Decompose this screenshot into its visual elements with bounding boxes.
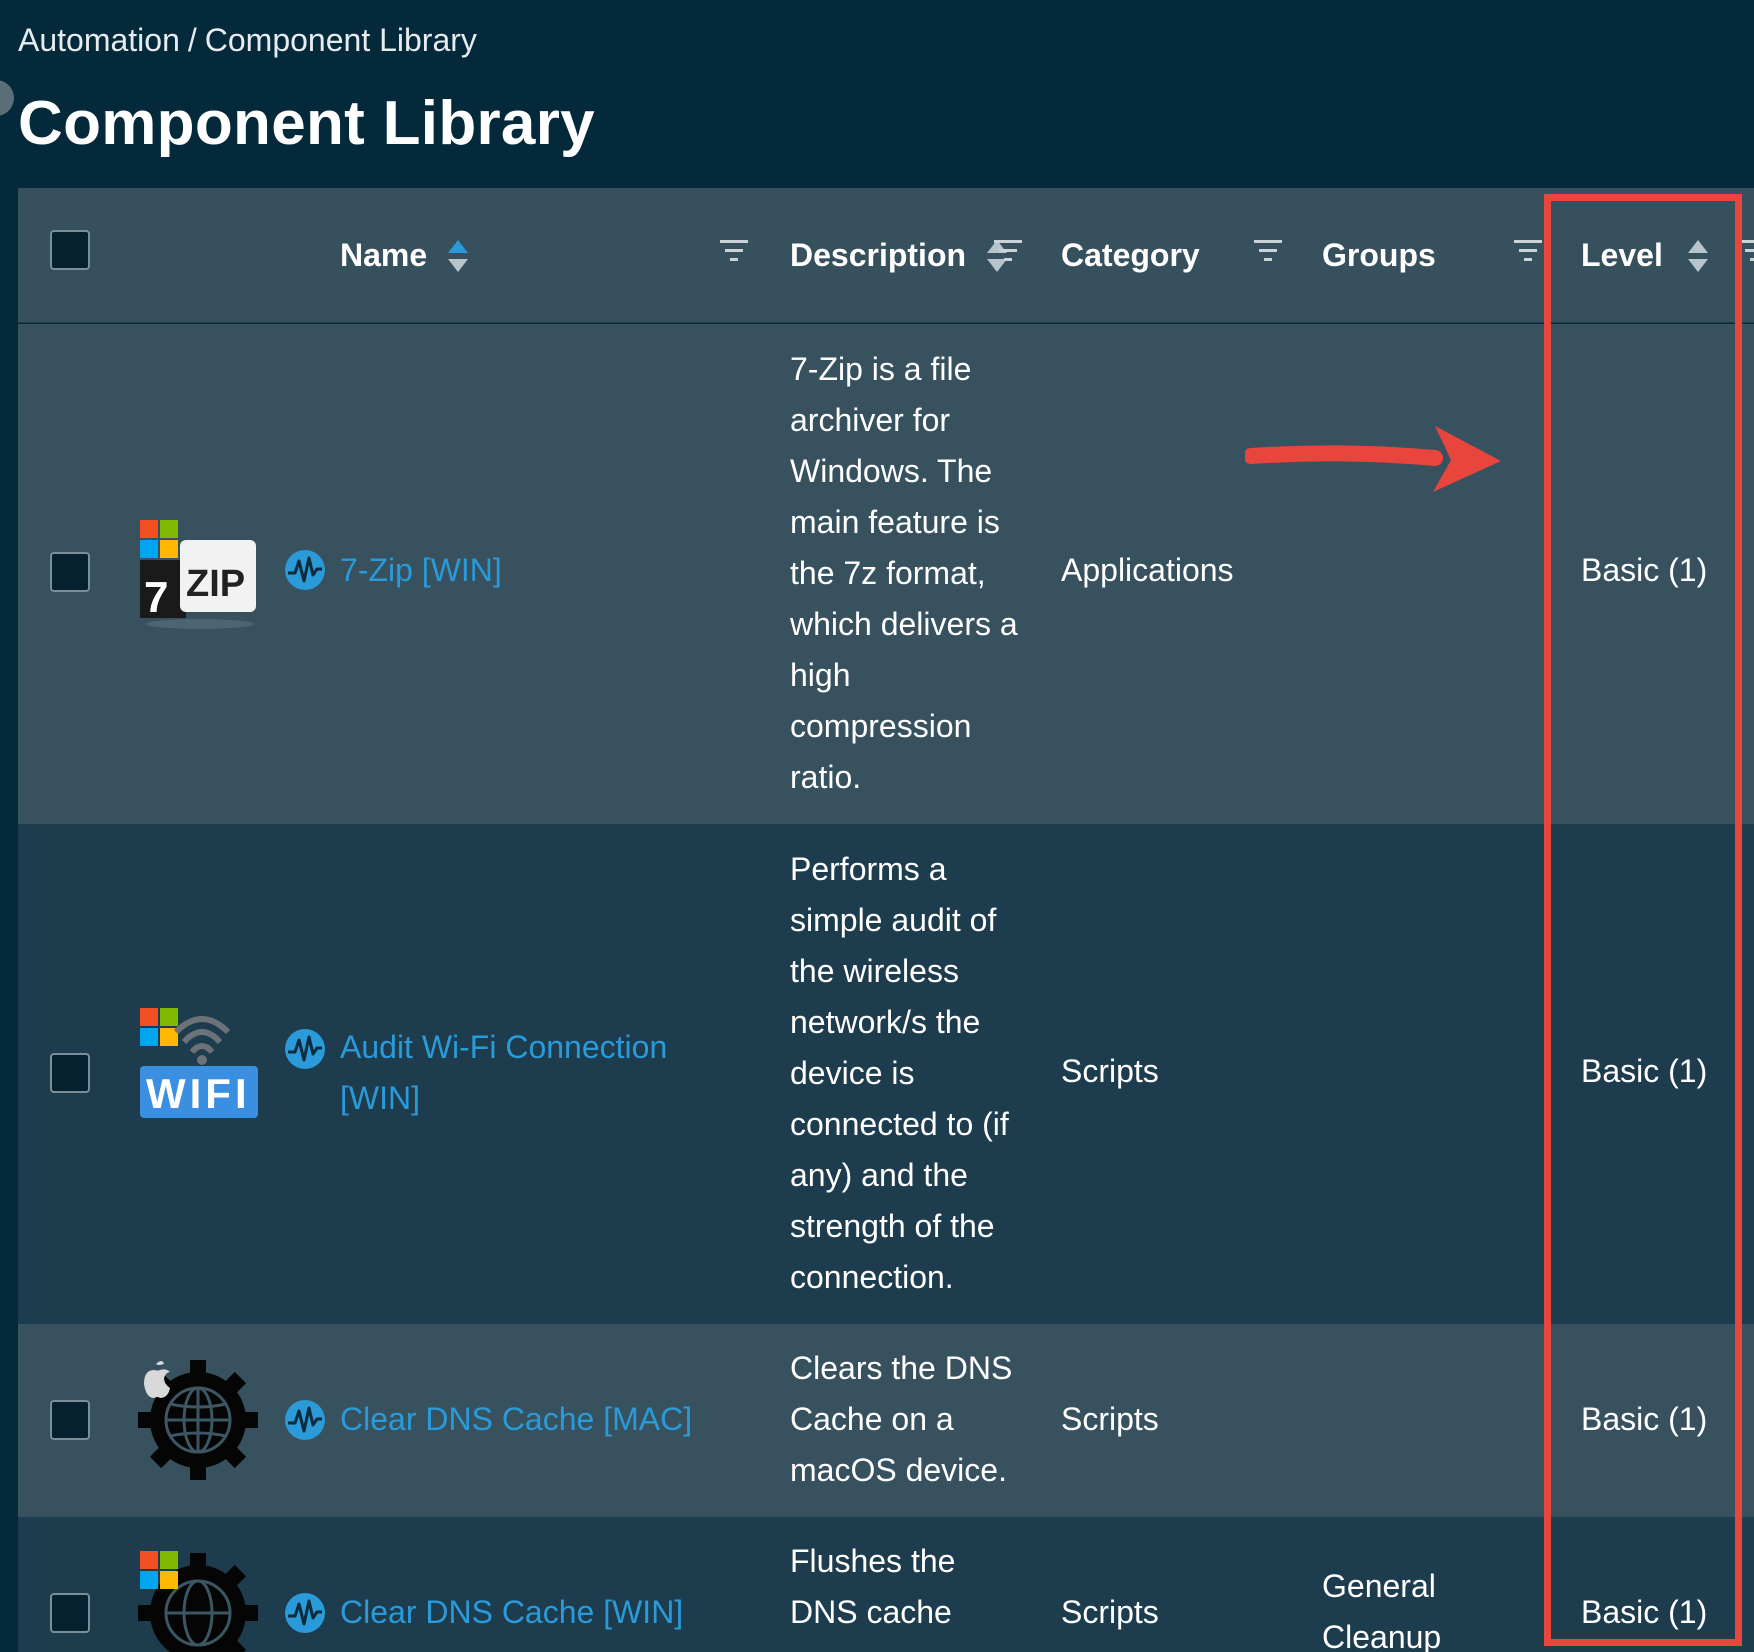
filter-icon-groups[interactable] xyxy=(1514,238,1542,262)
filter-icon-description[interactable] xyxy=(994,238,1022,262)
column-description-label: Description xyxy=(790,237,967,273)
table-header: Name Description Category Groups Level xyxy=(18,188,1754,323)
level-cell: Basic (1) xyxy=(1581,552,1708,588)
breadcrumb: Automation / Component Library xyxy=(18,22,477,59)
category-cell: Scripts xyxy=(1061,1053,1159,1089)
svg-text:ZIP: ZIP xyxy=(186,563,245,605)
category-cell: Applications xyxy=(1061,552,1234,588)
component-name-link[interactable]: Audit Wi-Fi Connection [WIN] xyxy=(340,1022,720,1124)
filter-icon-level[interactable] xyxy=(1740,238,1754,262)
column-name-label: Name xyxy=(340,237,428,273)
component-name-link[interactable]: Clear DNS Cache [WIN] xyxy=(340,1587,760,1638)
component-name-link[interactable]: Clear DNS Cache [MAC] xyxy=(340,1394,760,1445)
monitor-pulse-icon xyxy=(285,1400,325,1440)
level-cell: Basic (1) xyxy=(1581,1401,1708,1437)
column-category-label: Category xyxy=(1061,237,1200,273)
monitor-pulse-icon xyxy=(285,1029,325,1069)
row-checkbox[interactable] xyxy=(50,552,90,592)
breadcrumb-automation[interactable]: Automation xyxy=(18,22,180,58)
7zip-windows-logo-icon: 7 ZIP xyxy=(140,520,256,629)
category-cell: Scripts xyxy=(1061,1594,1159,1630)
filter-icon-category[interactable] xyxy=(1254,238,1282,262)
component-library-page: Automation / Component Library Component L… xyxy=(0,0,1754,1652)
description-cell: Clears the DNS Cache on a macOS device. xyxy=(790,1350,1013,1488)
select-all-checkbox[interactable] xyxy=(50,230,90,270)
column-level-label: Level xyxy=(1581,237,1663,273)
monitor-pulse-icon xyxy=(285,1593,325,1633)
level-cell: Basic (1) xyxy=(1581,1594,1708,1630)
breadcrumb-separator: / xyxy=(187,22,197,58)
column-groups-label: Groups xyxy=(1322,237,1436,273)
table-row[interactable]: Clear DNS Cache [MAC] Clears the DNS Cac… xyxy=(18,1324,1754,1517)
column-header-category[interactable]: Category xyxy=(1061,188,1200,323)
column-header-groups[interactable]: Groups xyxy=(1322,188,1436,323)
description-cell: Flushes the DNS cache xyxy=(790,1543,956,1630)
level-cell: Basic (1) xyxy=(1581,1053,1708,1089)
row-checkbox[interactable] xyxy=(50,1593,90,1633)
row-checkbox[interactable] xyxy=(50,1053,90,1093)
table-row[interactable]: Clear DNS Cache [WIN] Flushes the DNS ca… xyxy=(18,1517,1754,1652)
breadcrumb-current: Component Library xyxy=(204,22,477,58)
column-header-level[interactable]: Level xyxy=(1581,188,1709,323)
row-checkbox[interactable] xyxy=(50,1400,90,1440)
description-cell: 7-Zip is a file archiver for Windows. Th… xyxy=(790,351,1018,795)
table-row[interactable]: 7 ZIP 7-Zip [WIN] 7-Zip is a file archiv… xyxy=(18,324,1754,824)
groups-cell: General Cleanup xyxy=(1322,1568,1442,1652)
svg-text:7: 7 xyxy=(144,573,168,622)
svg-text:WIFI: WIFI xyxy=(146,1070,251,1117)
category-cell: Scripts xyxy=(1061,1401,1159,1437)
component-table: Name Description Category Groups Level 7… xyxy=(18,188,1754,1652)
side-handle[interactable] xyxy=(0,80,14,116)
component-name-link[interactable]: 7-Zip [WIN] xyxy=(340,545,720,596)
wifi-windows-logo-icon: WIFI xyxy=(140,1008,258,1118)
annotation-arrow-icon xyxy=(1245,426,1501,492)
column-header-name[interactable]: Name xyxy=(340,188,469,323)
monitor-pulse-icon xyxy=(285,550,325,590)
description-cell: Performs a simple audit of the wireless … xyxy=(790,851,1009,1295)
sort-icon[interactable] xyxy=(1687,238,1709,274)
globe-gear-windows-icon xyxy=(138,1551,258,1652)
filter-icon-name[interactable] xyxy=(720,238,748,262)
table-row[interactable]: WIFI Audit Wi-Fi Connection [WIN] Perfor… xyxy=(18,824,1754,1324)
sort-icon[interactable] xyxy=(447,238,469,274)
globe-gear-apple-icon xyxy=(138,1360,258,1480)
page-title: Component Library xyxy=(18,89,595,158)
column-header-description[interactable]: Description xyxy=(790,188,1008,323)
